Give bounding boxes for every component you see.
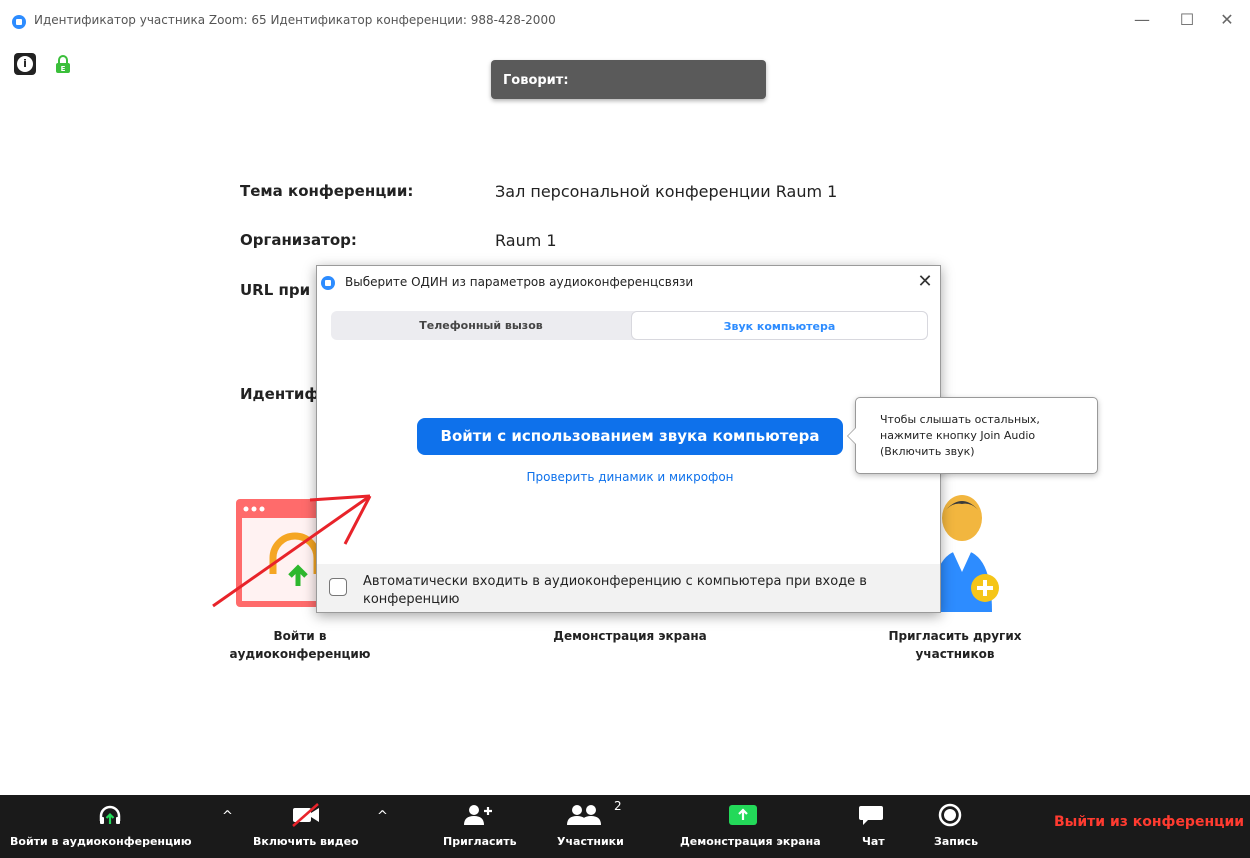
tooltip-line-3: (Включить звук): [880, 445, 975, 458]
close-window-button[interactable]: ✕: [1212, 10, 1242, 30]
svg-text:E: E: [61, 65, 66, 73]
leave-meeting-button[interactable]: Выйти из конференции: [1054, 814, 1244, 830]
toolbar-chat-label: Чат: [862, 835, 885, 848]
toolbar-record[interactable]: Запись: [920, 795, 980, 858]
window-title: Идентификатор участника Zoom: 65 Идентиф…: [34, 13, 556, 27]
annotation-arrow: [212, 494, 372, 608]
toolbar-chat[interactable]: Чат: [845, 795, 895, 858]
title-bar: Идентификатор участника Zoom: 65 Идентиф…: [0, 0, 1250, 44]
audio-options-caret-icon[interactable]: ^: [222, 809, 233, 824]
dialog-close-button[interactable]: ✕: [913, 270, 937, 294]
active-speaker-indicator: Говорит:: [491, 60, 766, 99]
video-options-caret-icon[interactable]: ^: [377, 809, 388, 824]
dialog-footer: Автоматически входить в аудиоконференцию…: [317, 564, 940, 612]
zoom-logo-icon: [12, 15, 26, 29]
toolbar-join-audio-label: Войти в аудиоконференцию: [10, 835, 192, 848]
url-label: URL при: [240, 281, 311, 299]
toolbar-start-video-label: Включить видео: [253, 835, 359, 848]
auto-join-label[interactable]: Автоматически входить в аудиоконференцию…: [363, 573, 903, 609]
toolbar-participants[interactable]: 2 Участники: [545, 795, 655, 858]
tooltip-line-2: нажмите кнопку Join Audio: [880, 429, 1036, 442]
toolbar-record-label: Запись: [934, 835, 979, 848]
participants-count-badge: 2: [614, 799, 622, 813]
record-icon: [938, 803, 962, 827]
test-speaker-mic-link[interactable]: Проверить динамик и микрофон: [417, 470, 843, 484]
toolbar-join-audio[interactable]: Войти в аудиоконференцию: [0, 795, 215, 858]
host-value: Raum 1: [495, 231, 557, 250]
chat-icon: [859, 806, 883, 825]
join-audio-tile-label[interactable]: Войти в аудиоконференцию: [225, 627, 375, 663]
join-audio-tooltip: Чтобы слышать остальных, нажмите кнопку …: [847, 397, 1098, 474]
topic-value: Зал персональной конференции Raum 1: [495, 182, 838, 201]
join-computer-audio-button[interactable]: Войти с использованием звука компьютера: [417, 418, 843, 455]
invite-tile-icon[interactable]: [930, 492, 1010, 619]
tab-phone-call[interactable]: Телефонный вызов: [331, 311, 631, 340]
maximize-button[interactable]: ☐: [1172, 10, 1202, 30]
toolbar-invite-label: Пригласить: [443, 835, 517, 848]
audio-tabs: Телефонный вызов Звук компьютера: [331, 311, 928, 340]
toolbar-invite[interactable]: Пригласить: [430, 795, 525, 858]
encryption-lock-icon[interactable]: E: [55, 55, 71, 73]
tooltip-line-1: Чтобы слышать остальных,: [880, 413, 1040, 426]
minimize-button[interactable]: —: [1127, 10, 1157, 30]
tab-computer-audio[interactable]: Звук компьютера: [631, 311, 928, 340]
headphones-icon: [99, 805, 121, 824]
meeting-info-icon[interactable]: [14, 53, 36, 75]
share-screen-tile-label[interactable]: Демонстрация экрана: [540, 627, 720, 645]
participants-icon: [567, 805, 601, 825]
share-screen-icon: [729, 805, 757, 825]
host-label: Организатор:: [240, 231, 357, 249]
meeting-id-label: Идентиф: [240, 385, 320, 403]
topic-label: Тема конференции:: [240, 182, 414, 200]
dialog-zoom-icon: [321, 276, 335, 290]
invite-tile-label[interactable]: Пригласить других участников: [880, 627, 1030, 663]
video-off-icon: [292, 803, 319, 827]
toolbar-share-screen-label: Демонстрация экрана: [680, 835, 821, 848]
dialog-title: Выберите ОДИН из параметров аудиоконфере…: [345, 275, 694, 289]
add-user-icon: [464, 805, 492, 825]
toolbar-share-screen[interactable]: Демонстрация экрана: [670, 795, 821, 858]
toolbar-start-video[interactable]: Включить видео: [245, 795, 365, 858]
toolbar-participants-label: Участники: [557, 835, 624, 848]
